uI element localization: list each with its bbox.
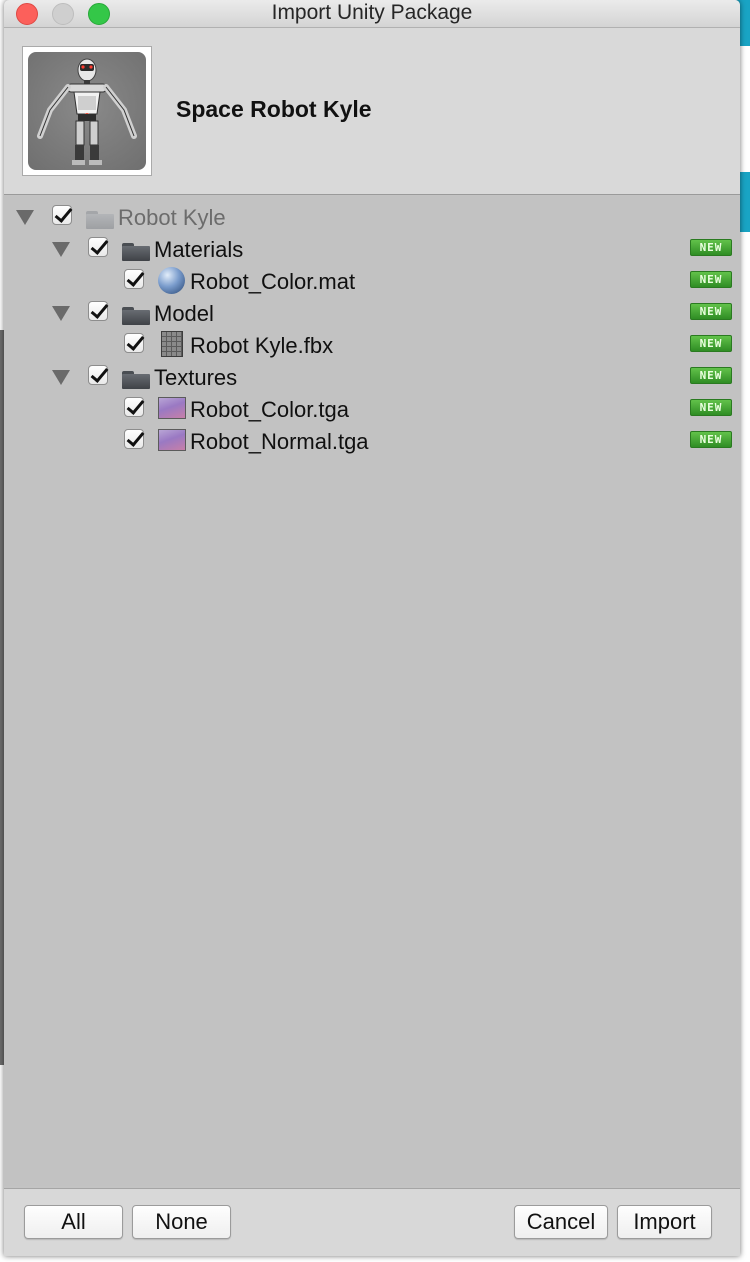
tree-item-label: Robot Kyle.fbx bbox=[190, 333, 334, 358]
tree-row-robot-normal-tga: Robot_Normal.tga NEW bbox=[4, 426, 740, 456]
expand-triangle-icon[interactable] bbox=[52, 306, 70, 321]
include-checkbox[interactable] bbox=[52, 205, 72, 225]
tree-row-robot-color-mat: Robot_Color.mat NEW bbox=[4, 266, 740, 296]
material-sphere-icon bbox=[158, 267, 185, 294]
package-header: Space Robot Kyle bbox=[4, 28, 740, 195]
expand-triangle-icon[interactable] bbox=[16, 210, 34, 225]
mesh-grid-icon bbox=[161, 331, 183, 357]
cancel-button[interactable]: Cancel bbox=[514, 1205, 608, 1239]
tree-item-label: Robot_Normal.tga bbox=[190, 429, 369, 454]
new-badge: NEW bbox=[690, 367, 732, 384]
new-badge: NEW bbox=[690, 431, 732, 448]
tree-item-label: Robot Kyle bbox=[118, 205, 226, 230]
tree-item-label: Textures bbox=[154, 365, 238, 390]
folder-icon bbox=[122, 371, 150, 389]
include-checkbox[interactable] bbox=[88, 301, 108, 321]
tree-row-robot-kyle: Robot Kyle bbox=[4, 202, 740, 232]
texture-image-icon bbox=[158, 397, 186, 419]
tree-item-label: Materials bbox=[154, 237, 244, 262]
title-bar: Import Unity Package bbox=[4, 0, 740, 28]
window-title: Import Unity Package bbox=[271, 1, 473, 24]
texture-image-icon bbox=[158, 429, 186, 451]
tree-row-robot-color-tga: Robot_Color.tga NEW bbox=[4, 394, 740, 424]
include-checkbox[interactable] bbox=[124, 269, 144, 289]
new-badge: NEW bbox=[690, 239, 732, 256]
tree-row-model: Model NEW bbox=[4, 298, 740, 328]
expand-triangle-icon[interactable] bbox=[52, 242, 70, 257]
folder-icon bbox=[86, 211, 114, 229]
tree-row-materials: Materials NEW bbox=[4, 234, 740, 264]
select-all-button[interactable]: All bbox=[24, 1205, 123, 1239]
package-thumbnail bbox=[22, 46, 152, 176]
folder-icon bbox=[122, 243, 150, 261]
dialog-footer: All None Cancel Import bbox=[4, 1188, 740, 1256]
include-checkbox[interactable] bbox=[88, 365, 108, 385]
tree-item-label: Robot_Color.mat bbox=[190, 269, 356, 294]
tree-row-textures: Textures NEW bbox=[4, 362, 740, 392]
tree-item-label: Model bbox=[154, 301, 214, 326]
asset-tree: Robot Kyle Materials NEW Robot_Color.mat… bbox=[4, 196, 740, 1186]
robot-figure-icon bbox=[37, 58, 137, 165]
import-dialog: Import Unity Package Space Robot Kyle Ro… bbox=[4, 0, 740, 1256]
new-badge: NEW bbox=[690, 303, 732, 320]
include-checkbox[interactable] bbox=[124, 429, 144, 449]
new-badge: NEW bbox=[690, 335, 732, 352]
include-checkbox[interactable] bbox=[124, 333, 144, 353]
new-badge: NEW bbox=[690, 399, 732, 416]
include-checkbox[interactable] bbox=[88, 237, 108, 257]
folder-icon bbox=[122, 307, 150, 325]
tree-item-label: Robot_Color.tga bbox=[190, 397, 349, 422]
tree-row-robot-kyle-fbx: Robot Kyle.fbx NEW bbox=[4, 330, 740, 360]
new-badge: NEW bbox=[690, 271, 732, 288]
package-name: Space Robot Kyle bbox=[176, 96, 372, 122]
select-none-button[interactable]: None bbox=[132, 1205, 231, 1239]
import-button[interactable]: Import bbox=[617, 1205, 712, 1239]
include-checkbox[interactable] bbox=[124, 397, 144, 417]
robot-preview-image bbox=[28, 52, 146, 170]
expand-triangle-icon[interactable] bbox=[52, 370, 70, 385]
